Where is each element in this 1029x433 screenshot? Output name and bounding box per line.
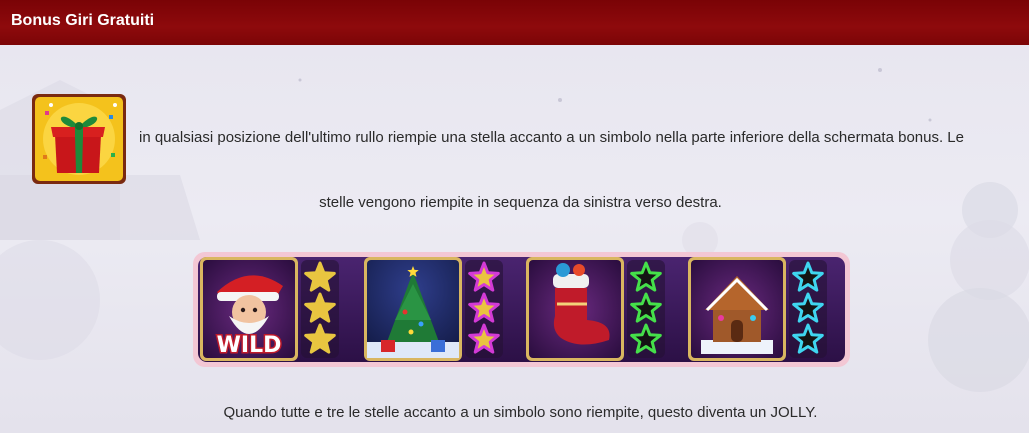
christmas-tree-icon [367, 260, 459, 358]
gift-icon [32, 94, 126, 184]
star-column [627, 260, 665, 358]
page-title: Bonus Giri Gratuiti [11, 12, 155, 29]
symbol-slot [364, 257, 462, 361]
description-line-1: in qualsiasi posizione dell'ultimo rullo… [139, 129, 964, 146]
header-bar: Bonus Giri Gratuiti [0, 0, 1029, 45]
description-line-2: stelle vengono riempite in sequenza da s… [319, 194, 722, 211]
star-column [789, 260, 827, 358]
wintry-background [0, 68, 1029, 392]
star-column [465, 260, 503, 358]
footer-text: Quando tutte e tre le stelle accanto a u… [223, 404, 818, 421]
christmas-stocking-icon [529, 260, 621, 358]
symbol-slot [688, 257, 786, 361]
symbol-slot [526, 257, 624, 361]
bonus-panel: WILD [193, 252, 850, 367]
gingerbread-house-icon [691, 260, 783, 358]
symbol-slot: WILD [200, 257, 298, 361]
wild-label: WILD [217, 333, 282, 358]
star-column [301, 260, 339, 358]
